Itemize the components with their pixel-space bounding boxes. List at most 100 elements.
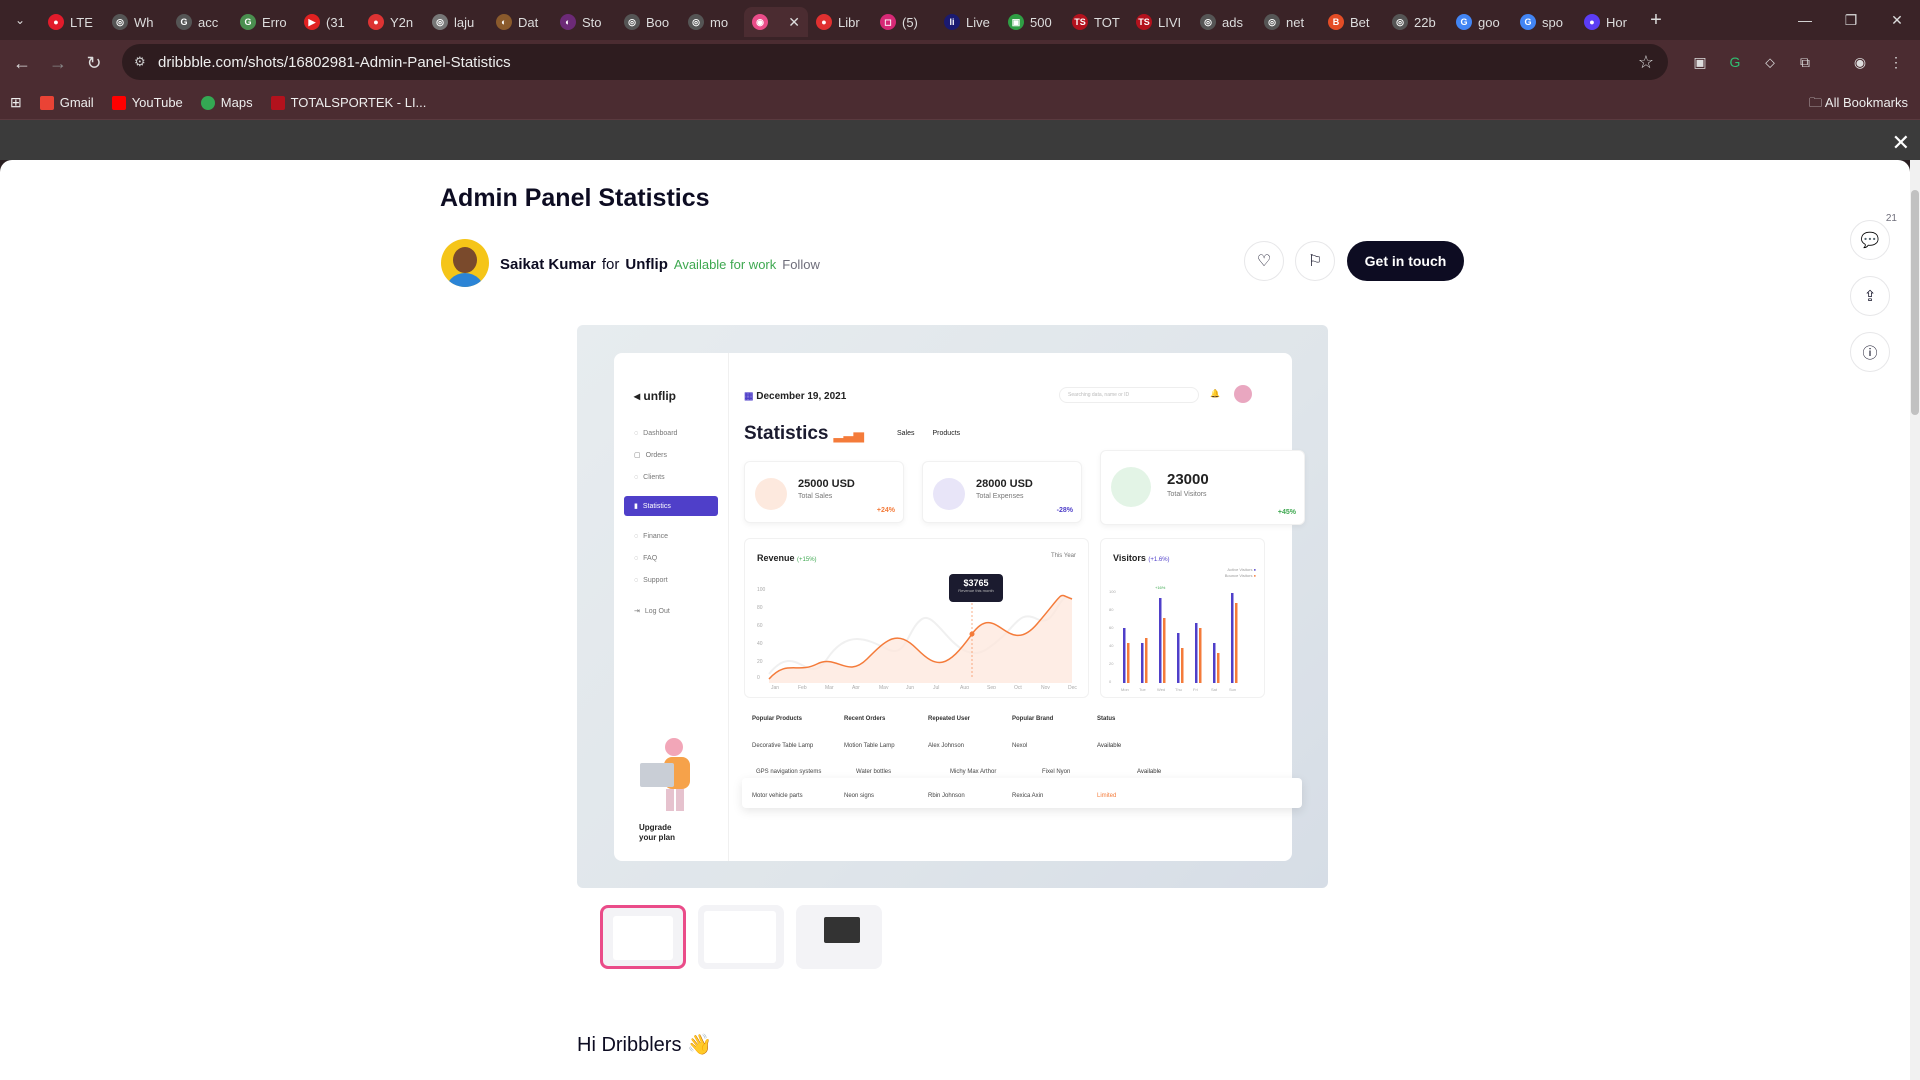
tab-label: Hor [1606, 14, 1627, 30]
tab-favicon-icon: B [1328, 14, 1344, 30]
extension-icon[interactable]: ▣ [1686, 48, 1714, 76]
tab-favicon-icon: TS [1136, 14, 1152, 30]
browser-tab[interactable]: li Live [936, 7, 1000, 37]
tab-favicon-icon: TS [1072, 14, 1088, 30]
forward-icon[interactable]: → [40, 45, 76, 81]
browser-tab[interactable]: TS LIVI [1128, 7, 1192, 37]
browser-tab[interactable]: ▣ 500 [1000, 7, 1064, 37]
bookmark-totalsportek[interactable]: TOTALSPORTEK - LI... [270, 95, 426, 110]
author-avatar[interactable] [441, 239, 489, 287]
grammarly-icon[interactable]: G [1721, 48, 1749, 76]
browser-tab[interactable]: ◐ Sto [552, 7, 616, 37]
reload-icon[interactable]: ↻ [76, 45, 112, 81]
browser-tab[interactable]: ● Y2n [360, 7, 424, 37]
tab-favicon-icon: ◎ [688, 14, 704, 30]
browser-tab[interactable]: Gspo [1512, 7, 1576, 37]
dash-title: Statistics ▂▃▅ [744, 423, 864, 444]
save-button[interactable]: ⚐ [1295, 241, 1335, 281]
svg-text:Tue: Tue [1139, 687, 1147, 692]
shot-image[interactable]: ◂ unflip ◌ Dashboard ▢ Orders ◌ Clients … [577, 325, 1328, 888]
bookmark-gmail[interactable]: Gmail [39, 95, 94, 110]
kpi-card: 25000 USD Total Sales +24% [744, 461, 904, 523]
thumbnail-1[interactable] [600, 905, 686, 969]
table-cell: Decorative Table Lamp [752, 743, 814, 749]
tab-favicon-icon: ◎ [1392, 14, 1408, 30]
get-in-touch-button[interactable]: Get in touch [1347, 241, 1464, 281]
like-button[interactable]: ♡ [1244, 241, 1284, 281]
tab-label: LIVI [1158, 14, 1182, 30]
close-window-icon[interactable]: ✕ [1874, 0, 1920, 40]
team-name[interactable]: Unflip [625, 256, 668, 273]
restore-icon[interactable]: ❐ [1828, 0, 1874, 40]
tab-search-icon[interactable]: ⌄ [0, 0, 40, 40]
browser-tab[interactable]: ◎ 22b [1384, 7, 1448, 37]
dash-nav-item: ◌ Finance [634, 532, 669, 540]
browser-tab[interactable]: ◉ ✕ [744, 7, 808, 37]
comments-button[interactable]: 💬 21 [1850, 213, 1897, 260]
address-bar[interactable]: ⚙ dribbble.com/shots/16802981-Admin-Pane… [122, 44, 1668, 80]
svg-text:0: 0 [1109, 679, 1112, 684]
share-button[interactable]: ⇪ [1850, 276, 1890, 316]
browser-tab[interactable]: ● Libr [808, 7, 872, 37]
bookmark-maps[interactable]: Maps [200, 95, 253, 110]
tab-label: Dat [518, 14, 539, 30]
browser-tab[interactable]: B Bet [1320, 7, 1384, 37]
browser-tab[interactable]: ◎ ads [1192, 7, 1256, 37]
tabs: ● LTE ◎ Wh Gacc G Erro ▶ (31 ● Y2n ◎ laju ◐ Dat ◐ Sto ◎ Bo… [40, 0, 1640, 40]
menu-icon[interactable]: ⋮ [1882, 48, 1910, 76]
bar-active-visitors [1195, 623, 1198, 683]
new-tab-button[interactable]: + [1640, 5, 1672, 35]
tab-favicon-icon: ◎ [112, 14, 128, 30]
browser-tab[interactable]: ● Hor [1576, 7, 1640, 37]
bookmark-icon: ⚐ [1307, 253, 1323, 270]
products-table: Popular Products Recent Orders Repeated Us… [742, 706, 1262, 836]
svg-text:Oct: Oct [1014, 685, 1022, 689]
tab-favicon-icon: ▶ [304, 14, 320, 30]
profile-icon[interactable]: ◉ [1846, 48, 1874, 76]
minimize-icon[interactable]: — [1782, 0, 1828, 40]
author-name[interactable]: Saikat Kumar [500, 256, 596, 273]
availability-link[interactable]: Available for work [674, 257, 776, 272]
browser-tab[interactable]: ◎ Boo [616, 7, 680, 37]
browser-tab[interactable]: ◎ mo [680, 7, 744, 37]
browser-tab[interactable]: ◻ (5) [872, 7, 936, 37]
browser-tab[interactable]: Ggoo [1448, 7, 1512, 37]
info-button[interactable]: ⓘ [1850, 332, 1890, 372]
tab-favicon-icon: ◉ [752, 14, 768, 30]
bookmark-star-icon[interactable]: ☆ [1638, 52, 1654, 73]
browser-tab[interactable]: ◐ Dat [488, 7, 552, 37]
extension-icon[interactable]: ⬦ [1756, 48, 1784, 76]
browser-tab[interactable]: TS TOT [1064, 7, 1128, 37]
info-icon: ⓘ [1862, 344, 1878, 362]
revenue-line-chart: 100 80 60 40 20 0 Jan Feb Mar Apr May Jun Jul A… [757, 587, 1077, 689]
browser-tab[interactable]: ▶ (31 [296, 7, 360, 37]
browser-tab[interactable]: ◎ net [1256, 7, 1320, 37]
all-bookmarks[interactable]: 🗀 All Bookmarks [1809, 94, 1908, 116]
thumbnail-2[interactable] [698, 905, 784, 969]
browser-tab[interactable]: ◎ Wh [104, 7, 168, 37]
close-modal-icon[interactable]: ✕ [1892, 130, 1910, 156]
apps-icon[interactable]: ⊞ [10, 94, 22, 111]
browser-tab[interactable]: Gacc [168, 7, 232, 37]
bookmark-youtube[interactable]: YouTube [111, 95, 183, 110]
follow-link[interactable]: Follow [782, 257, 820, 272]
table-cell: Alex Johnson [928, 743, 965, 749]
extensions-puzzle-icon[interactable]: ⧉ [1791, 48, 1819, 76]
back-icon[interactable]: ← [4, 45, 40, 81]
svg-text:Sun: Sun [1229, 687, 1236, 692]
close-tab-icon[interactable]: ✕ [788, 14, 800, 31]
modal-backdrop [0, 120, 1920, 160]
tab-label: 500 [1030, 14, 1052, 30]
bar-active-visitors [1213, 643, 1216, 683]
browser-tab[interactable]: ● LTE [40, 7, 104, 37]
visitors-bar-chart: 100 80 60 40 20 0 Mon Tue Wed Thu Fri Sat Sun +16% [1109, 585, 1238, 692]
scrollbar[interactable] [1910, 160, 1920, 1080]
dash-avatar [1234, 385, 1252, 403]
dash-nav-item: ◌ Clients [634, 473, 665, 481]
thumbnail-3[interactable] [796, 905, 882, 969]
browser-tab[interactable]: G Erro [232, 7, 296, 37]
tab-label: Live [966, 14, 990, 30]
bar-bounce-visitors [1127, 643, 1130, 683]
site-info-icon[interactable]: ⚙ [134, 54, 146, 70]
browser-tab[interactable]: ◎ laju [424, 7, 488, 37]
